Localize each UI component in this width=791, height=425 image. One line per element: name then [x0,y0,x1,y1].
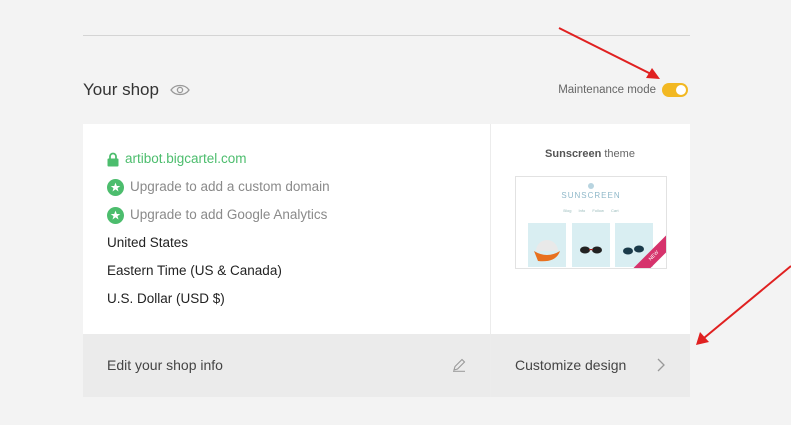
sun-icon [588,183,594,189]
maintenance-mode-label: Maintenance mode [558,84,656,96]
shop-card: artibot.bigcartel.com Upgrade to add a c… [83,124,690,397]
customize-design-button[interactable]: Customize design [491,334,690,397]
timezone-value: Eastern Time (US & Canada) [107,263,282,278]
theme-label: Sunscreen theme [490,148,690,160]
shop-header: Your shop Maintenance mode [83,78,690,104]
edit-shop-info-button[interactable]: Edit your shop info [83,334,490,397]
shop-domain-row[interactable]: artibot.bigcartel.com [107,149,247,169]
upgrade-domain-row[interactable]: Upgrade to add a custom domain [107,177,330,197]
edit-shop-info-label: Edit your shop info [107,357,223,373]
maintenance-mode-toggle[interactable] [662,83,688,97]
theme-suffix: theme [604,148,635,160]
currency-value: U.S. Dollar (USD $) [107,291,225,306]
theme-name: Sunscreen [545,148,602,160]
thumb-product [572,223,610,267]
thumb-logo: SUNSCREEN [561,191,621,200]
upgrade-domain-link[interactable]: Upgrade to add a custom domain [130,179,330,194]
country-value: United States [107,235,189,250]
shop-info-panel: artibot.bigcartel.com Upgrade to add a c… [83,124,490,334]
toggle-knob [676,85,686,95]
star-badge-icon [107,206,124,224]
upgrade-analytics-row[interactable]: Upgrade to add Google Analytics [107,205,327,225]
hat-icon [534,240,560,262]
theme-thumbnail[interactable]: SUNSCREEN Blog Info Follow Cart NEW [515,176,667,269]
star-badge-icon [107,178,124,196]
thumb-nav: Blog Info Follow Cart [563,208,619,213]
sunglasses-icon [580,246,602,254]
pencil-icon [453,358,466,372]
customize-design-label: Customize design [515,357,627,373]
arrowhead-icon [696,332,709,345]
eye-icon[interactable] [170,83,190,97]
shop-domain-link[interactable]: artibot.bigcartel.com [125,151,247,166]
thumb-product [528,223,566,267]
top-divider [83,35,690,36]
shop-title: Your shop [83,80,159,99]
upgrade-analytics-link[interactable]: Upgrade to add Google Analytics [130,207,327,222]
annotation-arrow [703,265,791,339]
chevron-right-icon [657,358,665,372]
lock-icon [107,152,119,167]
